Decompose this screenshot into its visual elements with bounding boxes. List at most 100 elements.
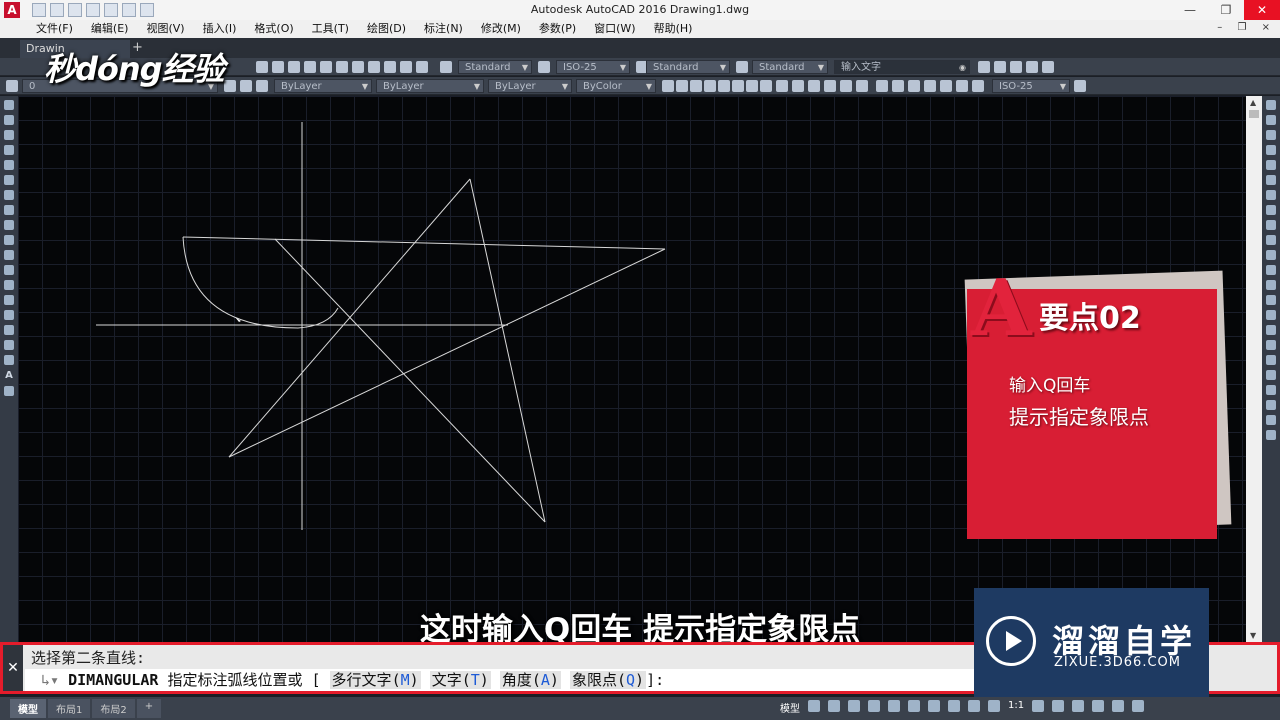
ellipse-icon[interactable] xyxy=(4,235,14,245)
table-style-select[interactable]: Standard ▼ xyxy=(646,60,730,74)
construction-line-icon[interactable] xyxy=(4,115,14,125)
model-space-button[interactable]: 模型 xyxy=(780,700,800,715)
menu-help[interactable]: 帮助(H) xyxy=(654,20,693,38)
insert-block-icon[interactable] xyxy=(4,265,14,275)
clean-screen-icon[interactable] xyxy=(1112,700,1125,712)
dimension-edit-icon[interactable] xyxy=(924,80,936,92)
aligned-dimension-icon[interactable] xyxy=(676,80,688,92)
polar-icon[interactable] xyxy=(868,700,880,712)
tab-layout2[interactable]: 布局2 xyxy=(92,699,135,718)
option-quadrant[interactable]: 象限点(Q) xyxy=(569,671,647,689)
diameter-icon[interactable] xyxy=(746,80,758,92)
inspection-icon[interactable] xyxy=(892,80,904,92)
star-edge-left[interactable] xyxy=(228,178,471,458)
option-mtext[interactable]: 多行文字(M) xyxy=(329,671,421,689)
option-text[interactable]: 文字(T) xyxy=(429,671,491,689)
join-icon[interactable] xyxy=(1266,295,1276,305)
angular-icon[interactable] xyxy=(760,80,772,92)
continue-icon[interactable] xyxy=(808,80,820,92)
close-button[interactable]: ✕ xyxy=(1244,0,1280,20)
menu-modify[interactable]: 修改(M) xyxy=(481,20,521,38)
menu-draw[interactable]: 绘图(D) xyxy=(367,20,406,38)
plotstyle-select[interactable]: ByColor ▼ xyxy=(576,79,656,93)
close-command-line-button[interactable]: ✕ xyxy=(3,645,23,691)
blend-curves-icon[interactable] xyxy=(1266,340,1276,350)
edit-hatch-icon[interactable] xyxy=(1266,400,1276,410)
dimension-update-icon[interactable] xyxy=(956,80,968,92)
workspace-icon[interactable] xyxy=(978,61,990,73)
center-mark-icon[interactable] xyxy=(876,80,888,92)
multiline-text-icon[interactable]: A xyxy=(0,370,18,381)
markup-icon[interactable] xyxy=(384,61,396,73)
erase-icon[interactable] xyxy=(1266,100,1276,110)
command-recent-icon[interactable]: ↳▾ xyxy=(41,671,68,689)
rotate-icon[interactable] xyxy=(1266,190,1276,200)
tool-palettes-icon[interactable] xyxy=(352,61,364,73)
command-input[interactable]: ↳▾ DIMANGULAR 指定标注弧线位置或 [ 多行文字(M) 文字(T) … xyxy=(25,669,977,691)
dim-style-icon[interactable] xyxy=(538,61,550,73)
star-edge-bottom[interactable] xyxy=(228,248,666,458)
table-icon[interactable] xyxy=(4,355,14,365)
menu-edit[interactable]: 编辑(E) xyxy=(91,20,129,38)
zoom-previous-icon[interactable] xyxy=(304,61,316,73)
array-icon[interactable] xyxy=(1266,160,1276,170)
properties-icon[interactable] xyxy=(320,61,332,73)
edit-spline-icon[interactable] xyxy=(1266,385,1276,395)
ortho-icon[interactable] xyxy=(848,700,860,712)
maximize-button[interactable]: ❐ xyxy=(1208,0,1244,20)
menu-format[interactable]: 格式(O) xyxy=(254,20,293,38)
move-icon[interactable] xyxy=(1266,175,1276,185)
dimension-style-icon[interactable] xyxy=(972,80,984,92)
dimension-style-manager-icon[interactable] xyxy=(1074,80,1086,92)
region-icon[interactable] xyxy=(4,340,14,350)
customization-icon[interactable] xyxy=(1132,700,1145,712)
star-edge-right[interactable] xyxy=(469,178,546,523)
text-style-icon[interactable] xyxy=(440,61,452,73)
fillet-icon[interactable] xyxy=(1266,325,1276,335)
add-layout-button[interactable]: + xyxy=(136,699,162,718)
search-input[interactable]: 输入文字 ◉ xyxy=(834,60,970,74)
offset-icon[interactable] xyxy=(1266,145,1276,155)
layer-states-icon[interactable] xyxy=(256,80,268,92)
scale-icon[interactable] xyxy=(1266,205,1276,215)
lock-icon[interactable] xyxy=(1042,61,1054,73)
linetype-select[interactable]: ByLayer ▼ xyxy=(376,79,484,93)
grid-icon[interactable] xyxy=(808,700,820,712)
layout-icon[interactable] xyxy=(1026,61,1038,73)
tab-model[interactable]: 模型 xyxy=(10,699,46,718)
polygon-icon[interactable] xyxy=(4,145,14,155)
hatch-icon[interactable] xyxy=(4,310,14,320)
menu-insert[interactable]: 插入(I) xyxy=(203,20,237,38)
add-selected-icon[interactable] xyxy=(4,386,14,396)
edit-polyline-icon[interactable] xyxy=(1266,370,1276,380)
jogged-icon[interactable] xyxy=(732,80,744,92)
pan-icon[interactable] xyxy=(256,61,268,73)
multileader-style-icon[interactable] xyxy=(736,61,748,73)
baseline-icon[interactable] xyxy=(792,80,804,92)
make-current-icon[interactable] xyxy=(224,80,236,92)
snap-icon[interactable] xyxy=(828,700,840,712)
arc-icon[interactable] xyxy=(4,175,14,185)
line-icon[interactable] xyxy=(4,100,14,110)
point-icon[interactable] xyxy=(4,295,14,305)
jogged-linear-icon[interactable] xyxy=(908,80,920,92)
dimension-arc[interactable] xyxy=(182,236,339,329)
menu-parametric[interactable]: 参数(P) xyxy=(539,20,576,38)
annotation-visibility-icon[interactable] xyxy=(988,700,1000,712)
menu-view[interactable]: 视图(V) xyxy=(146,20,184,38)
osnap-icon[interactable] xyxy=(888,700,900,712)
quick-dimension-icon[interactable] xyxy=(776,80,788,92)
circle-icon[interactable] xyxy=(4,190,14,200)
isolate-objects-icon[interactable] xyxy=(1092,700,1105,712)
scroll-up-icon[interactable]: ▲ xyxy=(1250,98,1256,107)
menu-window[interactable]: 窗口(W) xyxy=(594,20,635,38)
design-center-icon[interactable] xyxy=(336,61,348,73)
linear-dimension-icon[interactable] xyxy=(662,80,674,92)
layer-previous-icon[interactable] xyxy=(240,80,252,92)
dim-style-select-2[interactable]: ISO-25 ▼ xyxy=(992,79,1070,93)
copy-icon[interactable] xyxy=(1266,115,1276,125)
minimize-button[interactable]: — xyxy=(1172,0,1208,20)
dim-style-select[interactable]: ISO-25 ▼ xyxy=(556,60,630,74)
polyline-icon[interactable] xyxy=(4,130,14,140)
vertical-scrollbar[interactable]: ▲ ▼ xyxy=(1246,96,1262,642)
